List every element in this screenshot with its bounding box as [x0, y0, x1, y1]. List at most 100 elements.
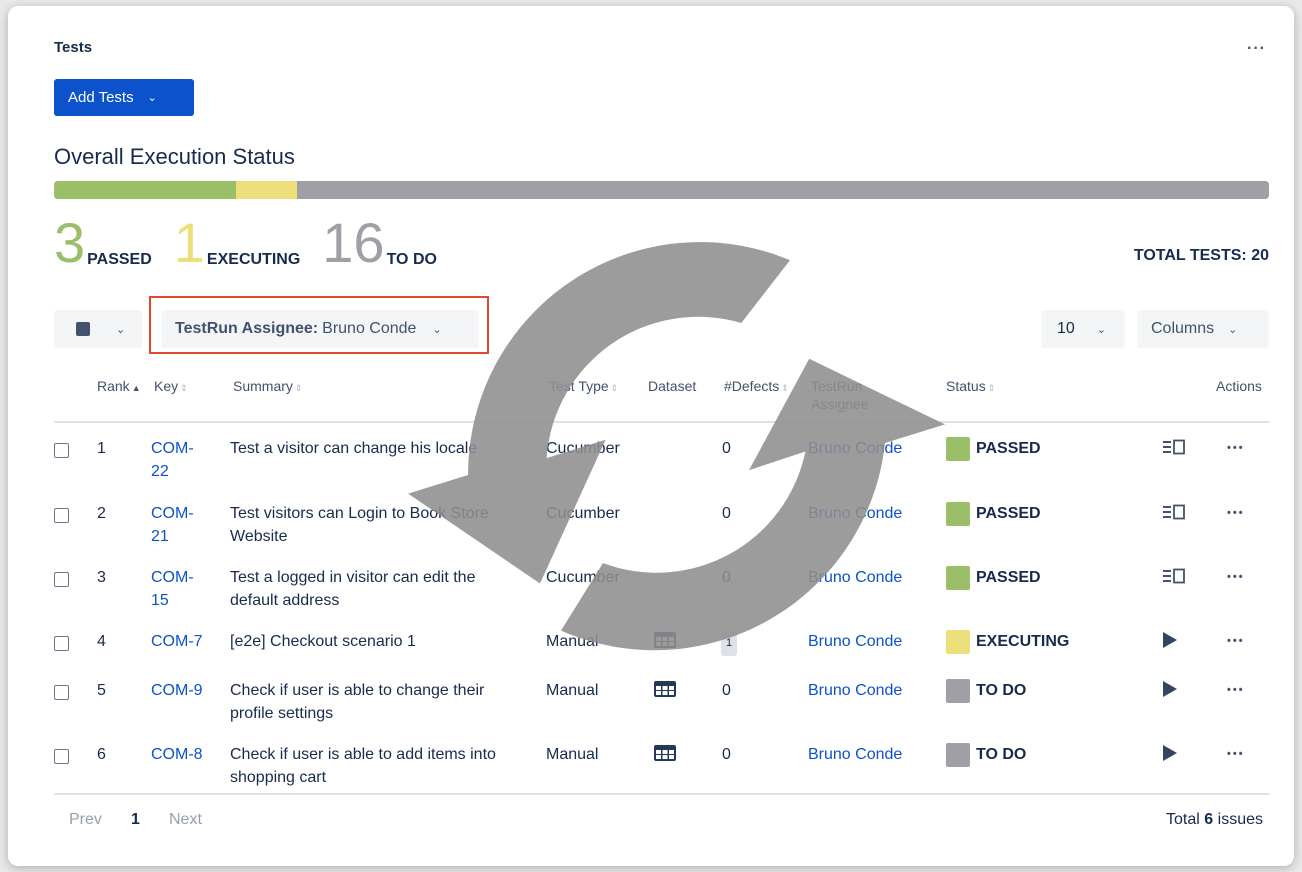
- row-checkbox[interactable]: [54, 443, 69, 458]
- status-color-swatch: [946, 437, 970, 461]
- filter-value: Bruno Conde: [322, 320, 417, 337]
- header-label: #Defects: [724, 378, 780, 394]
- issue-key-link[interactable]: COM-9: [151, 679, 221, 702]
- row-more-actions-button[interactable]: •••: [1227, 502, 1245, 525]
- defects-cell: 0: [722, 746, 731, 763]
- chevron-down-icon: ⌄: [432, 323, 442, 336]
- row-more-actions-button[interactable]: •••: [1227, 630, 1245, 653]
- issue-key-link[interactable]: COM-21: [151, 502, 199, 548]
- status-badge: PASSED: [946, 566, 1041, 590]
- column-header-assignee: TestRun Assignee: [811, 377, 901, 413]
- defects-cell: 0: [722, 682, 731, 699]
- dataset-table-icon[interactable]: [653, 630, 677, 657]
- panel-title: Tests: [54, 39, 93, 56]
- executing-number: 1: [173, 211, 205, 274]
- footer-divider: [54, 793, 1269, 795]
- assignee-link[interactable]: Bruno Conde: [808, 630, 902, 653]
- row-more-actions-button[interactable]: •••: [1227, 743, 1245, 766]
- execute-button[interactable]: [1161, 743, 1179, 770]
- assignee-link[interactable]: Bruno Conde: [808, 437, 902, 460]
- assignee-link[interactable]: Bruno Conde: [808, 502, 902, 525]
- header-label: Actions: [1216, 378, 1262, 394]
- execution-details-icon: [1163, 568, 1185, 584]
- status-badge: TO DO: [946, 743, 1026, 767]
- column-header-key[interactable]: Key ⇕: [154, 377, 188, 397]
- row-checkbox[interactable]: [54, 685, 69, 700]
- prev-page-button[interactable]: Prev: [69, 811, 102, 829]
- assignee-filter[interactable]: TestRun Assignee: Bruno Conde ⌄: [161, 310, 479, 348]
- rank-cell: 3: [97, 569, 106, 586]
- execute-button[interactable]: [1161, 630, 1179, 657]
- add-tests-button[interactable]: Add Tests ⌄: [54, 79, 194, 116]
- defects-cell[interactable]: 1: [721, 630, 738, 656]
- total-prefix: Total: [1166, 811, 1200, 828]
- test-type-cell: Cucumber: [546, 569, 620, 586]
- chevron-down-icon: ⌄: [116, 323, 126, 336]
- rank-cell: 4: [97, 633, 106, 650]
- execution-details-button[interactable]: [1161, 566, 1189, 593]
- defects-cell: 0: [722, 569, 731, 586]
- rank-cell: 2: [97, 505, 106, 522]
- issue-key-link[interactable]: COM-8: [151, 743, 221, 766]
- add-tests-label: Add Tests: [68, 89, 134, 106]
- column-header-defects[interactable]: #Defects ⇕: [724, 377, 789, 397]
- sort-icon: ⇕: [610, 383, 619, 393]
- execute-button[interactable]: [1161, 679, 1179, 706]
- row-checkbox[interactable]: [54, 572, 69, 587]
- row-checkbox[interactable]: [54, 636, 69, 651]
- summary-cell: Test a visitor can change his locale: [230, 440, 478, 457]
- total-suffix: issues: [1217, 811, 1263, 828]
- issue-key-link[interactable]: COM-22: [151, 437, 199, 483]
- status-badge: TO DO: [946, 679, 1026, 703]
- execution-details-button[interactable]: [1161, 502, 1189, 529]
- column-header-status[interactable]: Status ⇕: [946, 377, 995, 397]
- row-checkbox[interactable]: [54, 749, 69, 764]
- rank-cell: 6: [97, 746, 106, 763]
- more-options-button[interactable]: ···: [1247, 40, 1266, 58]
- progress-segment-to-do: [297, 181, 1269, 199]
- tests-panel: Tests ··· Add Tests ⌄ Overall Execution …: [8, 6, 1294, 866]
- play-icon: [1163, 745, 1177, 761]
- columns-dropdown[interactable]: Columns ⌄: [1137, 310, 1269, 348]
- table-icon: [654, 632, 676, 648]
- rank-cell: 5: [97, 682, 106, 699]
- issue-key-link[interactable]: COM-7: [151, 630, 221, 653]
- executing-count: 1 EXECUTING: [174, 215, 301, 271]
- page-size-select[interactable]: 10 ⌄: [1041, 310, 1125, 348]
- row-checkbox[interactable]: [54, 508, 69, 523]
- defects-badge: 1: [721, 631, 738, 656]
- column-header-test-type[interactable]: Test Type ⇕: [549, 377, 618, 397]
- header-divider: [54, 421, 1269, 423]
- column-header-summary[interactable]: Summary ⇕: [233, 377, 302, 397]
- row-more-actions-button[interactable]: •••: [1227, 437, 1245, 460]
- row-more-actions-button[interactable]: •••: [1227, 679, 1245, 702]
- next-page-button[interactable]: Next: [169, 811, 202, 829]
- assignee-link[interactable]: Bruno Conde: [808, 743, 902, 766]
- summary-cell: Check if user is able to change their pr…: [230, 682, 485, 722]
- issue-key-link[interactable]: COM-15: [151, 566, 199, 612]
- chevron-down-icon: ⌄: [1096, 323, 1107, 336]
- column-header-rank[interactable]: Rank ▲: [97, 377, 141, 397]
- status-color-swatch: [946, 679, 970, 703]
- assignee-link[interactable]: Bruno Conde: [808, 566, 902, 589]
- row-more-actions-button[interactable]: •••: [1227, 566, 1245, 589]
- execution-details-button[interactable]: [1161, 437, 1189, 464]
- test-type-cell: Manual: [546, 682, 599, 699]
- summary-cell: Test a logged in visitor can edit the de…: [230, 569, 476, 609]
- play-icon: [1163, 681, 1177, 697]
- current-page[interactable]: 1: [131, 811, 140, 829]
- table-icon: [654, 745, 676, 761]
- defects-cell: 0: [722, 505, 731, 522]
- assignee-link[interactable]: Bruno Conde: [808, 679, 902, 702]
- sort-icon: ⇕: [294, 383, 303, 393]
- passed-number: 3: [54, 211, 86, 274]
- bulk-select-dropdown[interactable]: ⌄: [54, 310, 142, 348]
- status-label: TO DO: [976, 682, 1027, 699]
- status-color-swatch: [946, 566, 970, 590]
- sort-icon: ⇕: [781, 383, 789, 393]
- passed-label: PASSED: [87, 251, 152, 268]
- dataset-table-icon[interactable]: [653, 743, 677, 770]
- total-tests: TOTAL TESTS: 20: [1133, 247, 1269, 264]
- dataset-table-icon[interactable]: [653, 679, 677, 706]
- summary-cell: Test visitors can Login to Book Store We…: [230, 505, 489, 545]
